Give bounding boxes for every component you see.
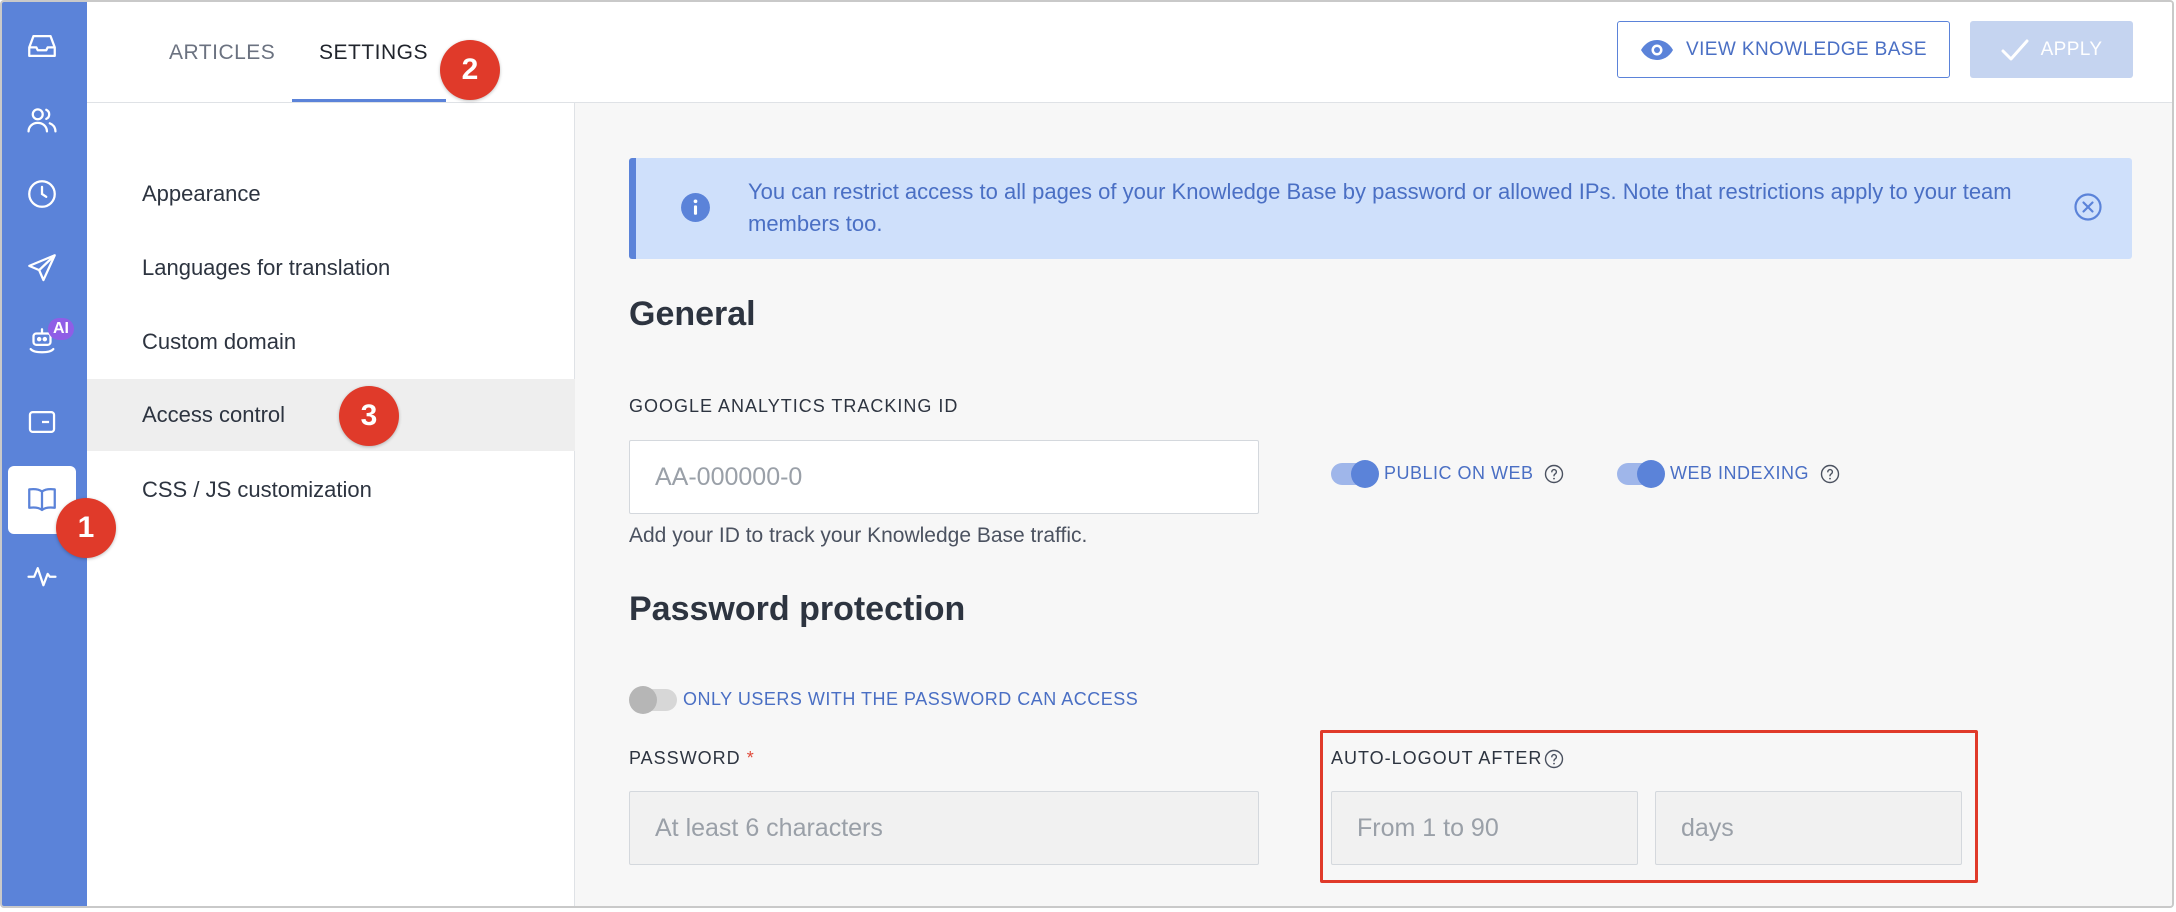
view-knowledge-base-button[interactable]: VIEW KNOWLEDGE BASE [1617, 21, 1950, 78]
apply-label: APPLY [2040, 38, 2103, 60]
info-icon [681, 193, 710, 222]
close-icon[interactable] [2073, 192, 2103, 222]
rail-contacts[interactable] [8, 86, 76, 154]
active-tab-indicator [292, 99, 446, 102]
tab-settings[interactable]: SETTINGS [319, 2, 428, 103]
send-icon [28, 254, 56, 282]
rail-send[interactable] [8, 234, 76, 302]
sidebar-item-custom-domain[interactable]: Custom domain [87, 306, 575, 378]
analytics-icon [27, 567, 57, 587]
ga-tracking-input[interactable]: AA-000000-0 [629, 440, 1259, 514]
eye-icon [1641, 39, 1674, 60]
highlight-box [1320, 730, 1978, 883]
sidebar-item-css-js[interactable]: CSS / JS customization [87, 454, 575, 526]
step-marker-2: 2 [440, 40, 500, 100]
password-only-label: ONLY USERS WITH THE PASSWORD CAN ACCESS [683, 689, 1139, 709]
step-marker-3: 3 [339, 386, 399, 446]
info-banner: You can restrict access to all pages of … [629, 158, 2132, 259]
section-heading-password-protection: Password protection [629, 590, 966, 628]
public-on-web-label: PUBLIC ON WEB [1384, 463, 1534, 483]
rail-analytics[interactable] [8, 542, 76, 610]
password-only-toggle[interactable] [629, 686, 677, 714]
top-bar: ARTICLES SETTINGS VIEW KNOWLEDGE BASE AP… [87, 2, 2172, 103]
web-indexing-label: WEB INDEXING [1670, 463, 1810, 483]
toggle-knob [1637, 460, 1665, 488]
required-asterisk: * [746, 748, 755, 768]
toggle-knob [629, 686, 657, 714]
inbox-icon [28, 34, 56, 58]
ga-tracking-label: GOOGLE ANALYTICS TRACKING ID [629, 396, 959, 416]
apply-button[interactable]: APPLY [1970, 21, 2133, 78]
ga-tracking-hint: Add your ID to track your Knowledge Base… [629, 524, 1088, 547]
password-input[interactable]: At least 6 characters [629, 791, 1259, 865]
knowledge-base-icon [28, 487, 56, 512]
public-on-web-toggle[interactable] [1331, 460, 1379, 488]
widget-icon [28, 410, 56, 434]
step-marker-1: 1 [56, 498, 116, 558]
help-icon[interactable] [1544, 464, 1564, 484]
history-icon [28, 180, 56, 208]
password-label: PASSWORD * [629, 748, 755, 768]
rail-widget[interactable] [8, 388, 76, 456]
section-heading-general: General [629, 295, 756, 333]
app-window: AI ARTICLES SETTINGS VIEW KNOWLEDGE BASE… [0, 0, 2174, 908]
ai-badge: AI [48, 318, 74, 340]
tab-articles[interactable]: ARTICLES [169, 2, 275, 103]
sidebar-item-languages[interactable]: Languages for translation [87, 232, 575, 304]
view-knowledge-base-label: VIEW KNOWLEDGE BASE [1686, 38, 1927, 60]
web-indexing-toggle[interactable] [1617, 460, 1665, 488]
rail-history[interactable] [8, 160, 76, 228]
info-banner-text: You can restrict access to all pages of … [748, 179, 2012, 236]
sidebar-item-appearance[interactable]: Appearance [87, 158, 575, 230]
sidebar-item-access-control[interactable]: Access control [87, 379, 575, 451]
rail-inbox[interactable] [8, 12, 76, 80]
settings-sidebar: Appearance Languages for translation Cus… [87, 103, 575, 906]
contacts-icon [27, 108, 57, 133]
rail-ai-bot[interactable]: AI [8, 308, 76, 376]
checkmark-icon [2001, 39, 2029, 60]
icon-rail: AI [2, 2, 87, 906]
toggle-knob [1351, 460, 1379, 488]
help-icon[interactable] [1820, 464, 1840, 484]
